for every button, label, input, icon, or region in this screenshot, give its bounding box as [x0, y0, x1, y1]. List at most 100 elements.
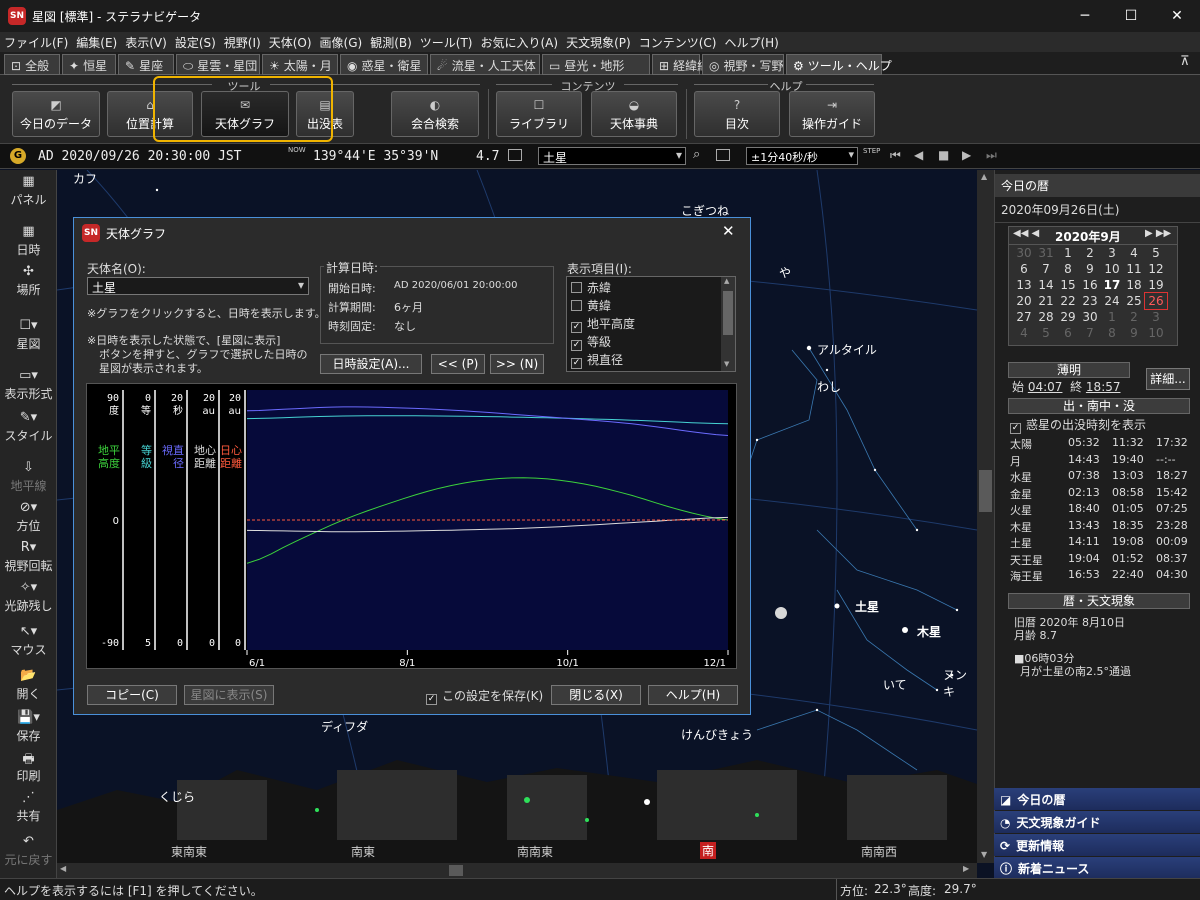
calendar-day[interactable]: 18: [1123, 277, 1145, 293]
left-panel-item-6[interactable]: ⇩ 地平線: [0, 460, 57, 494]
play-back-icon[interactable]: ◀: [914, 148, 923, 162]
maximize-button[interactable]: ☐: [1108, 0, 1154, 32]
calendar-day[interactable]: 23: [1079, 293, 1101, 309]
calendar-day[interactable]: 5: [1035, 325, 1057, 341]
play-icon[interactable]: ▶: [962, 148, 971, 162]
left-panel-item-7[interactable]: ⊘▾ 方位: [0, 500, 57, 534]
prev-button[interactable]: << (P): [431, 354, 485, 374]
calendar-day[interactable]: 2: [1079, 245, 1101, 261]
scroll-up-icon[interactable]: ▲: [981, 172, 987, 181]
items-list[interactable]: 赤緯黄緯 ✓ 地平高度 ✓ 等級 ✓ 視直径太陽離角: [566, 276, 736, 372]
display-item-5[interactable]: 太陽離角: [571, 369, 635, 371]
calendar-day[interactable]: 10: [1101, 261, 1123, 277]
calendar-day[interactable]: 6: [1013, 261, 1035, 277]
calendar-day[interactable]: 1: [1057, 245, 1079, 261]
calendar-day[interactable]: 14: [1035, 277, 1057, 293]
calendar-day[interactable]: 11: [1123, 261, 1145, 277]
calendar-day[interactable]: 7: [1035, 261, 1057, 277]
menu-item[interactable]: 視野(I): [220, 32, 265, 53]
left-panel-item-14[interactable]: ⋰ 共有: [0, 790, 57, 824]
calendar-day[interactable]: 8: [1057, 261, 1079, 277]
left-panel-item-12[interactable]: 💾▾ 保存: [0, 710, 57, 744]
dialog-close-icon[interactable]: ✕: [722, 222, 735, 240]
calendar-day[interactable]: 9: [1123, 325, 1145, 341]
menu-item[interactable]: お気に入り(A): [477, 32, 563, 53]
keyboard-icon[interactable]: [508, 149, 522, 161]
scroll-up-icon[interactable]: ▲: [724, 277, 729, 285]
step-label[interactable]: STEP: [863, 147, 880, 155]
calendar-day[interactable]: 30: [1013, 245, 1035, 261]
object-select[interactable]: 土星 ▾: [87, 277, 309, 295]
menu-item[interactable]: 編集(E): [72, 32, 121, 53]
calendar-day[interactable]: 5: [1145, 245, 1167, 261]
stop-icon[interactable]: ■: [938, 148, 949, 162]
display-item-1[interactable]: 黄緯: [571, 297, 611, 314]
datetime-display[interactable]: AD 2020/09/26 20:30:00 JST: [38, 149, 242, 164]
calendar-day[interactable]: 17: [1101, 277, 1123, 293]
twilight-start[interactable]: 04:07: [1028, 380, 1063, 394]
calendar-day[interactable]: 8: [1101, 325, 1123, 341]
calendar-day[interactable]: 28: [1035, 309, 1057, 325]
display-item-0[interactable]: 赤緯: [571, 279, 611, 296]
calendar-day[interactable]: 26: [1144, 292, 1168, 310]
calendar-day[interactable]: 2: [1123, 309, 1145, 325]
right-panel-nav-1[interactable]: ◔ 天文現象ガイド: [994, 811, 1200, 833]
left-panel-item-8[interactable]: R▾ 視野回転: [0, 540, 57, 574]
list-icon[interactable]: [716, 149, 730, 161]
calendar-day[interactable]: 24: [1101, 293, 1123, 309]
menu-item[interactable]: ツール(T): [416, 32, 477, 53]
conjunction-search-button[interactable]: ◐ 会合検索: [391, 91, 479, 137]
copy-button[interactable]: コピー(C): [87, 685, 177, 705]
show-on-chart-button[interactable]: 星図に表示(S): [184, 685, 274, 705]
scroll-right-icon[interactable]: ▶: [963, 864, 969, 873]
tab-9[interactable]: ◎ 視野・写野: [702, 54, 784, 75]
calendar-day[interactable]: 13: [1013, 277, 1035, 293]
tab-10[interactable]: ⚙ ツール・ヘルプ: [786, 54, 892, 75]
coords-display[interactable]: 139°44'E 35°39'N: [313, 149, 438, 164]
calendar-day[interactable]: 1: [1101, 309, 1123, 325]
mag-display[interactable]: 4.7: [476, 149, 499, 164]
left-panel-item-11[interactable]: 📂 開く: [0, 668, 57, 702]
datetime-set-button[interactable]: 日時設定(A)...: [320, 354, 422, 374]
skip-back-icon[interactable]: ⏮: [890, 148, 901, 163]
display-item-4[interactable]: ✓ 視直径: [571, 351, 623, 369]
tab-2[interactable]: ✎ 星座: [118, 54, 174, 75]
close-window-button[interactable]: ✕: [1154, 0, 1200, 32]
right-panel-nav-0[interactable]: ◪ 今日の暦: [994, 788, 1200, 810]
calendar-day[interactable]: 12: [1145, 261, 1167, 277]
vertical-scrollbar[interactable]: ▲ ▼: [977, 170, 994, 863]
tab-5[interactable]: ◉ 惑星・衛星: [340, 54, 428, 75]
horizontal-scrollbar[interactable]: ◀ ▶: [57, 863, 977, 878]
calendar-day[interactable]: 20: [1013, 293, 1035, 309]
calendar-day[interactable]: 10: [1145, 325, 1167, 341]
detail-button[interactable]: 詳細...: [1146, 368, 1190, 390]
tab-3[interactable]: ⬭ 星雲・星団: [176, 54, 260, 75]
scroll-left-icon[interactable]: ◀: [60, 864, 66, 873]
left-panel-item-1[interactable]: ▦ 日時: [0, 224, 57, 258]
menu-item[interactable]: 表示(V): [121, 32, 171, 53]
menu-item[interactable]: コンテンツ(C): [635, 32, 721, 53]
menu-item[interactable]: 天文現象(P): [562, 32, 635, 53]
menu-item[interactable]: 設定(S): [171, 32, 220, 53]
target-select[interactable]: 土星 ▾: [538, 147, 686, 165]
skip-forward-icon[interactable]: ⏭: [986, 148, 997, 163]
calendar-day[interactable]: 9: [1079, 261, 1101, 277]
g-badge[interactable]: G: [10, 148, 26, 164]
rise-set-checkbox[interactable]: ✓ 惑星の出没時刻を表示: [1010, 416, 1146, 434]
menu-item[interactable]: ヘルプ(H): [720, 32, 782, 53]
calendar-day[interactable]: 21: [1035, 293, 1057, 309]
tab-1[interactable]: ✦ 恒星: [62, 54, 116, 75]
items-scrollbar[interactable]: ▲ ▼: [721, 277, 735, 371]
operation-guide-button[interactable]: ⇥ 操作ガイド: [789, 91, 875, 137]
celestial-graph[interactable]: 90 度 -90 0 地平 高度 0 等 5 等級 20 秒 0 視直径 20 au 0 地心 距離 20 au 0 日心距…: [86, 383, 737, 669]
search-icon[interactable]: ⌕: [693, 147, 700, 162]
menu-item[interactable]: 天体(O): [265, 32, 316, 53]
calendar-day[interactable]: 25: [1123, 293, 1145, 309]
calendar-day[interactable]: 29: [1057, 309, 1079, 325]
tab-0[interactable]: ⊡ 全般: [4, 54, 60, 75]
menu-item[interactable]: 画像(G): [316, 32, 367, 53]
vertical-scroll-thumb[interactable]: [979, 470, 992, 512]
left-panel-item-2[interactable]: ✣ 場所: [0, 264, 57, 298]
left-panel-item-5[interactable]: ✎▾ スタイル: [0, 410, 57, 444]
scroll-down-icon[interactable]: ▼: [981, 850, 987, 859]
